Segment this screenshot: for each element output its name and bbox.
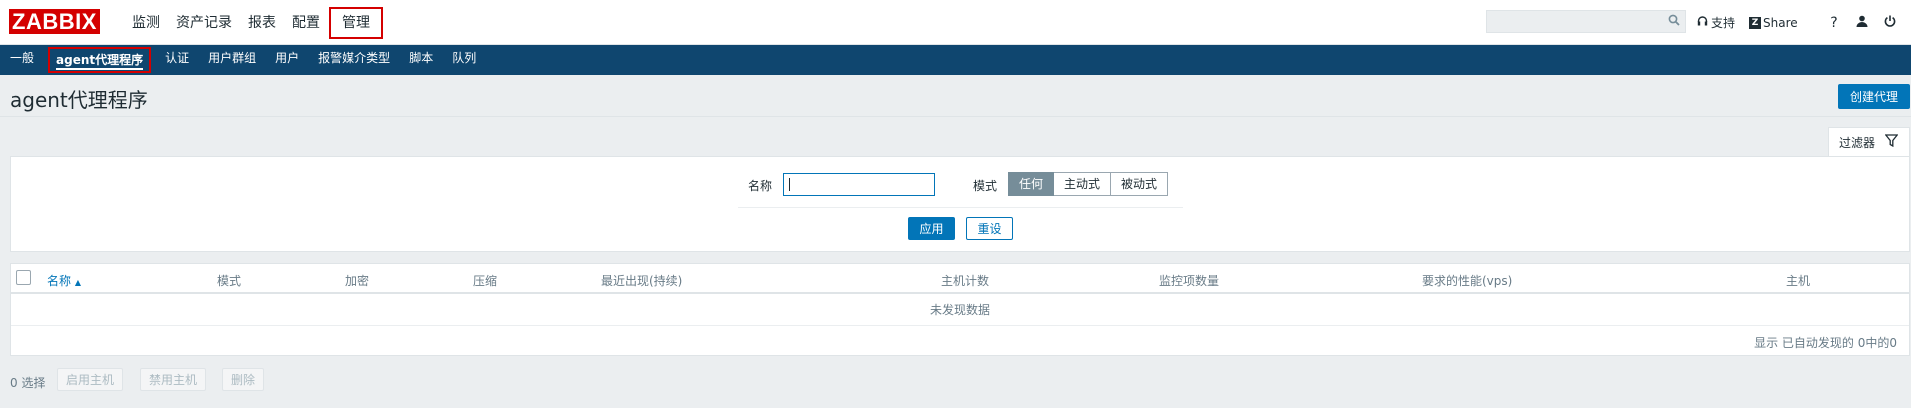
column-header-hosts: 主机 <box>1786 274 1811 288</box>
column-header-compression: 压缩 <box>473 274 498 288</box>
column-header-item-count: 监控项数量 <box>1159 274 1220 288</box>
top-menu-item-configuration[interactable]: 配置 <box>285 7 327 39</box>
enable-hosts-button[interactable]: 启用主机 <box>57 368 124 391</box>
header-icons: ? <box>1820 0 1904 45</box>
sub-menu-item-queue[interactable]: 队列 <box>447 47 481 73</box>
mode-option-active[interactable]: 主动式 <box>1054 172 1112 196</box>
text-caret <box>789 178 790 191</box>
empty-table-message: 未发现数据 <box>11 294 1909 326</box>
header-links: 支持 Z Share <box>1697 0 1812 45</box>
page-title: agent代理程序 <box>10 88 148 112</box>
top-menu-item-monitoring[interactable]: 监测 <box>125 7 167 39</box>
create-proxy-button[interactable]: 创建代理 <box>1838 84 1910 109</box>
sub-menu-item-scripts[interactable]: 脚本 <box>404 47 438 73</box>
global-search-input[interactable] <box>1486 10 1686 33</box>
zabbix-share-icon: Z <box>1749 16 1762 29</box>
top-menu: 监测 资产记录 报表 配置 管理 <box>125 0 385 45</box>
filter-panel: 名称 模式 任何 主动式 被动式 应用 重设 <box>10 156 1910 252</box>
title-divider <box>0 116 1911 117</box>
filter-tab[interactable]: 过滤器 <box>1828 127 1910 157</box>
apply-button[interactable]: 应用 <box>908 217 955 240</box>
sub-menu-item-proxies-label: agent代理程序 <box>56 53 144 70</box>
mode-option-passive[interactable]: 被动式 <box>1111 172 1169 196</box>
top-menu-item-reports[interactable]: 报表 <box>241 7 283 39</box>
column-header-name[interactable]: 名称 ▲ <box>47 272 81 289</box>
sub-menu: 一般 agent代理程序 认证 用户群组 用户 报警媒介类型 脚本 队列 <box>0 45 1911 75</box>
mode-filter-label: 模式 <box>973 179 998 193</box>
sub-menu-item-users[interactable]: 用户 <box>270 47 304 73</box>
sub-menu-item-media-types[interactable]: 报警媒介类型 <box>313 47 395 73</box>
filter-divider <box>738 207 1183 208</box>
column-header-mode: 模式 <box>217 274 242 288</box>
mode-selector: 任何 主动式 被动式 <box>1008 172 1169 196</box>
share-link[interactable]: Z Share <box>1749 16 1798 30</box>
column-header-encryption: 加密 <box>345 274 370 288</box>
power-icon[interactable] <box>1876 15 1904 31</box>
name-filter-input[interactable] <box>783 173 935 196</box>
column-header-required-performance: 要求的性能(vps) <box>1422 274 1513 288</box>
delete-button[interactable]: 删除 <box>222 368 265 391</box>
support-label: 支持 <box>1711 16 1736 30</box>
top-menu-item-administration[interactable]: 管理 <box>329 6 383 39</box>
help-icon[interactable]: ? <box>1820 15 1848 31</box>
select-all-checkbox[interactable] <box>16 270 31 285</box>
filter-tab-label: 过滤器 <box>1839 136 1876 150</box>
column-header-host-count: 主机计数 <box>941 274 990 288</box>
mode-option-any[interactable]: 任何 <box>1008 172 1055 196</box>
share-label: Share <box>1763 15 1798 30</box>
top-menu-item-inventory[interactable]: 资产记录 <box>169 7 239 39</box>
search-icon[interactable] <box>1668 14 1680 29</box>
top-header: ZABBIX 监测 资产记录 报表 配置 管理 支持 Z Share ? <box>0 0 1911 45</box>
headset-icon <box>1697 15 1708 30</box>
sub-menu-item-general[interactable]: 一般 <box>5 47 39 73</box>
funnel-icon <box>1884 134 1899 151</box>
selected-count: 0 选择 <box>10 376 46 390</box>
sort-asc-icon: ▲ <box>74 278 81 287</box>
sub-menu-item-user-groups[interactable]: 用户群组 <box>203 47 261 73</box>
disable-hosts-button[interactable]: 禁用主机 <box>140 368 207 391</box>
sub-menu-item-authentication[interactable]: 认证 <box>160 47 194 73</box>
column-header-last-seen: 最近出现(持续) <box>601 274 683 288</box>
table-summary: 显示 已自动发现的 0中的0 <box>1754 336 1897 350</box>
zabbix-logo[interactable]: ZABBIX <box>9 9 100 34</box>
reset-button[interactable]: 重设 <box>966 217 1013 240</box>
sub-menu-item-proxies[interactable]: agent代理程序 <box>48 47 152 73</box>
table-header: 名称 ▲ 模式 加密 压缩 最近出现(持续) 主机计数 监控项数量 要求的性能(… <box>11 264 1909 294</box>
user-icon[interactable] <box>1848 15 1876 31</box>
support-link[interactable]: 支持 <box>1697 14 1735 31</box>
column-header-name-label: 名称 <box>47 274 72 288</box>
proxies-table: 名称 ▲ 模式 加密 压缩 最近出现(持续) 主机计数 监控项数量 要求的性能(… <box>10 263 1910 356</box>
name-filter-label: 名称 <box>748 179 773 193</box>
